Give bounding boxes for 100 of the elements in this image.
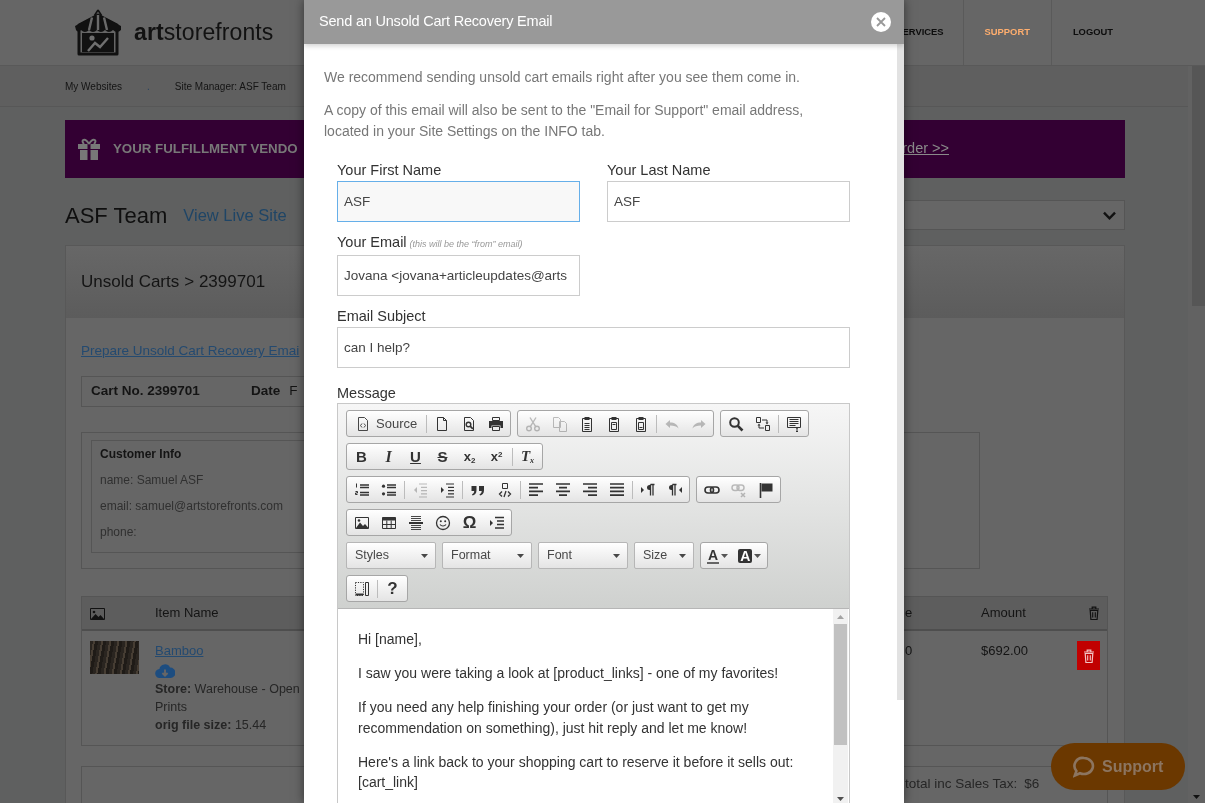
special-character-button[interactable]: Ω [456, 510, 483, 535]
align-right-icon [581, 481, 598, 498]
chevron-down-icon [1102, 209, 1117, 221]
message-paragraph: I saw you were taking a look at [product_links] - one of my favorites! [358, 664, 780, 683]
field-label: Your Last Name [607, 161, 711, 180]
scroll-down-icon [837, 797, 844, 801]
field-label: Your Email [337, 233, 407, 252]
last-name-field[interactable]: ASF [607, 181, 850, 222]
arrow-lines-icon [488, 514, 505, 531]
field-label: Email Subject [337, 307, 426, 326]
scroll-up-icon [837, 615, 844, 619]
site-title: ASF Team [65, 201, 168, 230]
breadcrumb-separator: . [147, 79, 150, 94]
size-dropdown[interactable]: Size [634, 542, 694, 569]
align-left-icon [527, 481, 544, 498]
customer-info-title: Customer Info [100, 447, 182, 461]
scissors-icon [524, 415, 541, 432]
broken-link-icon [730, 481, 747, 498]
date-value: F [289, 382, 298, 401]
search-icon [727, 415, 744, 432]
photo-placeholder [90, 641, 139, 674]
storefront-logo-icon [73, 9, 123, 56]
remove-format-button[interactable]: T$_{x}$ [514, 444, 541, 469]
column-header: e [905, 605, 913, 621]
logo-text: artstorefronts [134, 21, 274, 44]
image-icon [90, 607, 105, 620]
code-icon [496, 481, 513, 498]
text-lines-icon [785, 415, 802, 432]
table-cell: 0 [905, 643, 913, 658]
column-header: Item Name [155, 605, 219, 621]
caret-icon [517, 553, 524, 558]
caret-icon [613, 553, 620, 558]
date-label: Date [251, 382, 281, 401]
superscript-button[interactable]: x$^{2}$ [483, 444, 510, 469]
pilcrow-right-icon [639, 481, 656, 498]
flag-icon [757, 481, 774, 498]
gift-icon [77, 138, 101, 160]
trash-icon [1088, 606, 1100, 620]
underline-button[interactable]: U [402, 444, 429, 469]
column-header: Amount [981, 605, 1026, 621]
item-detail: orig file size: 15.44 [155, 717, 267, 734]
delete-button[interactable] [1077, 641, 1100, 670]
styles-dropdown[interactable]: Styles [346, 542, 436, 569]
subscript-button[interactable]: x$_{2}$ [456, 444, 483, 469]
bold-button[interactable]: B [348, 444, 375, 469]
item-detail: Store: Warehouse - Open [155, 681, 300, 698]
total-label: total inc Sales Tax: [905, 775, 1018, 793]
indent-icon [438, 481, 455, 498]
caret-icon [754, 553, 762, 558]
copy-icon [551, 415, 568, 432]
cloud-download-icon [155, 664, 175, 679]
first-name-field[interactable]: ASF [337, 181, 580, 222]
font-dropdown[interactable]: Font [538, 542, 628, 569]
item-detail: Prints [155, 699, 187, 716]
chat-bubble-icon [1073, 755, 1095, 778]
info-text: A copy of this email will also be sent to the "Email for Support" email address, located in your Site Settings on the INFO tab. [324, 101, 805, 141]
site-settings-link[interactable]: Site Settings [418, 123, 498, 139]
table-icon [380, 514, 397, 531]
message-paragraph: Hi [name], [358, 630, 423, 649]
pilcrow-left-icon [666, 481, 683, 498]
align-center-icon [554, 481, 571, 498]
code-file-icon [355, 415, 371, 432]
bulleted-list-icon [380, 481, 397, 498]
background-color-button[interactable]: A [733, 543, 767, 568]
smiley-icon [434, 514, 451, 531]
close-icon [876, 17, 886, 27]
align-justify-icon [608, 481, 625, 498]
strikethrough-button[interactable]: S [429, 444, 456, 469]
field-label: Your First Name [337, 161, 442, 180]
numbered-list-icon [353, 481, 370, 498]
banner-text: YOUR FULFILLMENT VENDO [113, 140, 298, 159]
message-paragraph: If you need any help finishing your order (or just want to get my recommendation on something), just hit reply and let me know! [358, 698, 750, 738]
message-paragraph: Here's a link back to your shopping cart to reserve it before it sells out: [cart_link] [358, 752, 795, 792]
cart-id: > 2399701 [184, 271, 266, 294]
horizontal-line-icon [407, 514, 424, 531]
total-value: $6 [1024, 775, 1040, 793]
italic-button[interactable]: I [375, 444, 402, 469]
dialog-title: Send an Unsold Cart Recovery Email [319, 12, 553, 32]
cart-number: Cart No. 2399701 [91, 382, 201, 401]
caret-icon [679, 553, 686, 558]
table-cell: $692.00 [981, 643, 1028, 658]
scroll-down-icon [1193, 795, 1200, 799]
source-button[interactable]: Source [348, 411, 425, 436]
close-button[interactable] [871, 12, 891, 32]
subject-field[interactable]: can I help? [337, 327, 850, 368]
caret-icon [421, 553, 428, 558]
swap-arrows-icon [754, 415, 771, 432]
email-field[interactable]: Jovana <jovana+articleupdates@arts [337, 255, 580, 296]
text-color-button[interactable]: A [702, 543, 734, 568]
format-dropdown[interactable]: Format [442, 542, 532, 569]
dotted-frame-icon [353, 580, 370, 597]
help-button[interactable]: ? [379, 576, 406, 601]
message-input-area[interactable] [338, 609, 849, 803]
field-hint: (this will be the “from” email) [409, 238, 523, 251]
intro-text: We recommend sending unsold cart emails right after you see them come in. [324, 68, 800, 87]
caret-icon [721, 553, 729, 558]
printer-icon [487, 415, 504, 432]
field-label: Message [337, 384, 396, 403]
image-icon [353, 514, 370, 531]
trash-icon [1082, 648, 1095, 663]
